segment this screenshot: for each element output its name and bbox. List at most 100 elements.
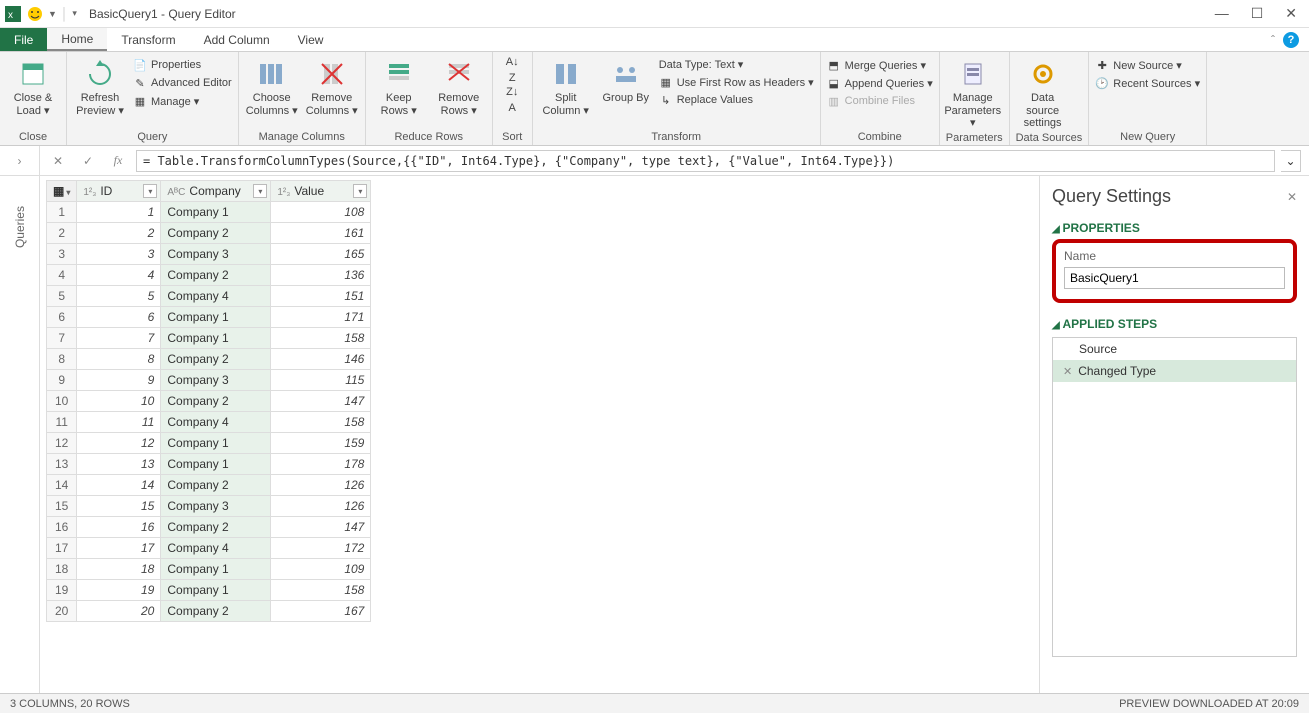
svg-text:x: x bbox=[8, 10, 13, 21]
advanced-editor-button[interactable]: ✎Advanced Editor bbox=[133, 76, 232, 90]
group-reduce-rows: Reduce Rows bbox=[372, 129, 486, 143]
group-parameters: Parameters bbox=[946, 130, 1003, 144]
group-close: Close bbox=[6, 129, 60, 143]
table-row[interactable]: 14 14 Company 2 126 bbox=[47, 475, 371, 496]
combine-files-button: ▥Combine Files bbox=[827, 94, 933, 108]
choose-columns-button[interactable]: Choose Columns ▾ bbox=[245, 56, 299, 117]
properties-button[interactable]: 📄Properties bbox=[133, 58, 232, 72]
titlebar: x ▼ │ ▾ BasicQuery1 - Query Editor — ☐ ✕ bbox=[0, 0, 1309, 28]
data-source-settings-button[interactable]: Data source settings bbox=[1016, 56, 1070, 130]
applied-steps-section: APPLIED STEPS bbox=[1052, 317, 1297, 331]
filter-icon[interactable]: ▾ bbox=[143, 184, 157, 198]
table-row[interactable]: 15 15 Company 3 126 bbox=[47, 496, 371, 517]
table-row[interactable]: 1 1 Company 1 108 bbox=[47, 202, 371, 223]
manage-button[interactable]: ▦Manage ▾ bbox=[133, 94, 232, 108]
split-column-button[interactable]: Split Column ▾ bbox=[539, 56, 593, 117]
table-row[interactable]: 18 18 Company 1 109 bbox=[47, 559, 371, 580]
tab-transform[interactable]: Transform bbox=[107, 28, 189, 51]
applied-step[interactable]: ✕Changed Type bbox=[1053, 360, 1296, 382]
query-name-input[interactable] bbox=[1064, 267, 1285, 289]
close-settings-button[interactable]: ✕ bbox=[1287, 190, 1297, 204]
sort-desc-button[interactable]: Z↓A bbox=[506, 86, 518, 114]
group-manage-columns: Manage Columns bbox=[245, 129, 359, 143]
qat-sep: │ bbox=[61, 7, 69, 21]
close-load-button[interactable]: Close & Load ▾ bbox=[6, 56, 60, 117]
first-row-headers-button[interactable]: ▦Use First Row as Headers ▾ bbox=[659, 75, 814, 89]
group-query: Query bbox=[73, 129, 232, 143]
table-row[interactable]: 7 7 Company 1 158 bbox=[47, 328, 371, 349]
formula-input[interactable] bbox=[136, 150, 1275, 172]
table-row[interactable]: 10 10 Company 2 147 bbox=[47, 391, 371, 412]
maximize-button[interactable]: ☐ bbox=[1251, 5, 1264, 22]
window-title: BasicQuery1 - Query Editor bbox=[89, 7, 236, 21]
filter-icon[interactable]: ▾ bbox=[353, 184, 367, 198]
table-row[interactable]: 17 17 Company 4 172 bbox=[47, 538, 371, 559]
table-row[interactable]: 5 5 Company 4 151 bbox=[47, 286, 371, 307]
accept-formula-button[interactable]: ✓ bbox=[76, 150, 100, 172]
table-row[interactable]: 12 12 Company 1 159 bbox=[47, 433, 371, 454]
properties-section: PROPERTIES bbox=[1052, 221, 1297, 235]
column-header-id[interactable]: 1²₃ID▾ bbox=[77, 181, 161, 202]
table-row[interactable]: 4 4 Company 2 136 bbox=[47, 265, 371, 286]
table-row[interactable]: 2 2 Company 2 161 bbox=[47, 223, 371, 244]
column-header-value[interactable]: 1²₃Value▾ bbox=[271, 181, 371, 202]
sort-asc-button[interactable]: A↓Z bbox=[506, 56, 519, 84]
applied-steps-list: Source✕Changed Type bbox=[1052, 337, 1297, 657]
replace-values-button[interactable]: ↳Replace Values bbox=[659, 93, 814, 107]
minimize-button[interactable]: — bbox=[1215, 5, 1229, 22]
append-queries-button[interactable]: ⬓Append Queries ▾ bbox=[827, 76, 933, 90]
query-settings-panel: Query Settings ✕ PROPERTIES Name APPLIED… bbox=[1039, 176, 1309, 693]
smiley-icon[interactable] bbox=[26, 5, 44, 23]
tab-view[interactable]: View bbox=[284, 28, 338, 51]
table-row[interactable]: 11 11 Company 4 158 bbox=[47, 412, 371, 433]
data-type-button[interactable]: Data Type: Text ▾ bbox=[659, 58, 814, 71]
tab-file[interactable]: File bbox=[0, 28, 47, 51]
remove-columns-button[interactable]: Remove Columns ▾ bbox=[305, 56, 359, 117]
table-row[interactable]: 16 16 Company 2 147 bbox=[47, 517, 371, 538]
table-row[interactable]: 8 8 Company 2 146 bbox=[47, 349, 371, 370]
table-row[interactable]: 9 9 Company 3 115 bbox=[47, 370, 371, 391]
qat-overflow[interactable]: ▾ bbox=[72, 8, 77, 19]
fx-icon: fx bbox=[106, 150, 130, 172]
queries-panel-toggle[interactable]: › bbox=[0, 146, 40, 175]
tab-home[interactable]: Home bbox=[47, 28, 107, 51]
ribbon-tabs: File Home Transform Add Column View ˆ ? bbox=[0, 28, 1309, 52]
name-label: Name bbox=[1064, 249, 1285, 263]
keep-rows-button[interactable]: Keep Rows ▾ bbox=[372, 56, 426, 117]
delete-step-icon[interactable]: ✕ bbox=[1063, 366, 1072, 378]
queries-side-panel[interactable]: Queries bbox=[0, 176, 40, 693]
recent-sources-button[interactable]: 🕑Recent Sources ▾ bbox=[1095, 76, 1200, 90]
help-icon[interactable]: ? bbox=[1283, 32, 1299, 48]
settings-title: Query Settings bbox=[1052, 186, 1171, 207]
formula-bar: › ✕ ✓ fx ⌄ bbox=[0, 146, 1309, 176]
refresh-preview-button[interactable]: Refresh Preview ▾ bbox=[73, 56, 127, 117]
collapse-ribbon-button[interactable]: ˆ bbox=[1271, 33, 1275, 47]
formula-expand-button[interactable]: ⌄ bbox=[1281, 150, 1301, 172]
tab-add-column[interactable]: Add Column bbox=[190, 28, 284, 51]
data-grid[interactable]: ▦▾ 1²₃ID▾ AᴮCCompany▾ 1²₃Value▾ 1 1 Comp… bbox=[40, 176, 1039, 693]
group-transform: Transform bbox=[539, 129, 814, 143]
table-options-button[interactable]: ▦▾ bbox=[47, 181, 77, 202]
new-source-button[interactable]: ✚New Source ▾ bbox=[1095, 58, 1200, 72]
group-sort: Sort bbox=[499, 129, 526, 143]
status-left: 3 COLUMNS, 20 ROWS bbox=[10, 698, 130, 710]
ribbon: Close & Load ▾ Close Refresh Preview ▾ 📄… bbox=[0, 52, 1309, 146]
qat-dropdown[interactable]: ▼ bbox=[48, 9, 57, 19]
table-row[interactable]: 20 20 Company 2 167 bbox=[47, 601, 371, 622]
table-row[interactable]: 6 6 Company 1 171 bbox=[47, 307, 371, 328]
applied-step[interactable]: Source bbox=[1053, 338, 1296, 360]
table-row[interactable]: 19 19 Company 1 158 bbox=[47, 580, 371, 601]
name-highlight-box: Name bbox=[1052, 239, 1297, 303]
cancel-formula-button[interactable]: ✕ bbox=[46, 150, 70, 172]
remove-rows-button[interactable]: Remove Rows ▾ bbox=[432, 56, 486, 117]
manage-parameters-button[interactable]: Manage Parameters ▾ bbox=[946, 56, 1000, 130]
close-window-button[interactable]: ✕ bbox=[1285, 5, 1297, 22]
merge-queries-button[interactable]: ⬒Merge Queries ▾ bbox=[827, 58, 933, 72]
excel-icon: x bbox=[4, 5, 22, 23]
column-header-company[interactable]: AᴮCCompany▾ bbox=[161, 181, 271, 202]
table-row[interactable]: 3 3 Company 3 165 bbox=[47, 244, 371, 265]
table-row[interactable]: 13 13 Company 1 178 bbox=[47, 454, 371, 475]
filter-icon[interactable]: ▾ bbox=[253, 184, 267, 198]
group-new-query: New Query bbox=[1095, 129, 1200, 143]
group-by-button[interactable]: Group By bbox=[599, 56, 653, 105]
